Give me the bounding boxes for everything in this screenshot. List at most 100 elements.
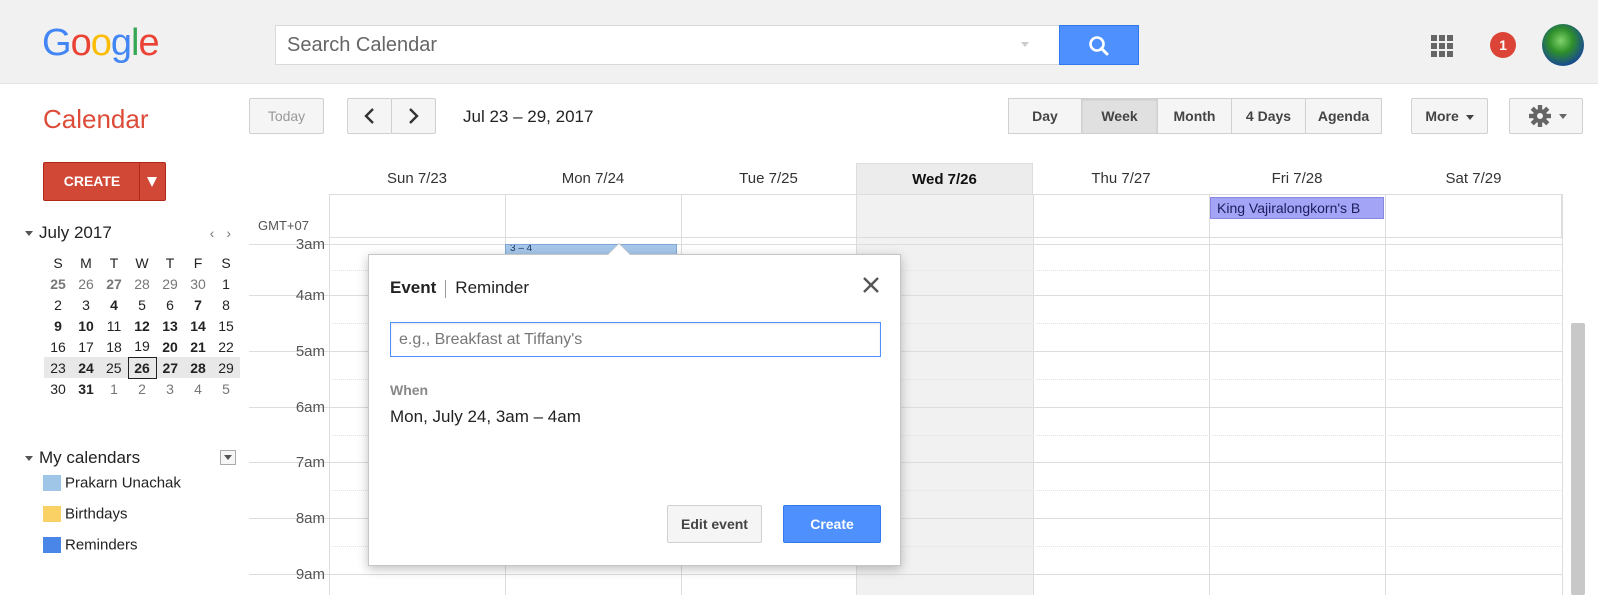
my-calendars-title[interactable]: My calendars bbox=[39, 448, 140, 467]
mini-calendar-day[interactable]: 5 bbox=[128, 294, 156, 315]
mini-calendar-day[interactable]: 15 bbox=[212, 315, 240, 336]
mini-calendar-day[interactable]: 22 bbox=[212, 336, 240, 357]
mini-calendar-day[interactable]: 25 bbox=[100, 357, 128, 378]
tab-event[interactable]: Event bbox=[390, 278, 436, 297]
calendar-item[interactable]: Reminders bbox=[43, 536, 138, 556]
mini-calendar-day[interactable]: 6 bbox=[156, 294, 184, 315]
mini-calendar-day[interactable]: 7 bbox=[184, 294, 212, 315]
day-header[interactable]: Sun 7/23 bbox=[329, 163, 505, 194]
more-button[interactable]: More bbox=[1411, 98, 1488, 134]
collapse-triangle-icon[interactable] bbox=[25, 455, 33, 461]
logo-letter: o bbox=[90, 22, 112, 64]
day-header[interactable]: Thu 7/27 bbox=[1033, 163, 1209, 194]
mini-calendar-day[interactable]: 27 bbox=[100, 273, 128, 294]
mini-calendar-day[interactable]: 17 bbox=[72, 336, 100, 357]
mini-calendar-day[interactable]: 23 bbox=[44, 357, 72, 378]
calendar-color-swatch[interactable] bbox=[43, 537, 61, 554]
mini-calendar-day[interactable]: 11 bbox=[100, 315, 128, 336]
day-header[interactable]: Fri 7/28 bbox=[1209, 163, 1385, 194]
mini-calendar-day[interactable]: 4 bbox=[100, 294, 128, 315]
chevron-left-icon bbox=[364, 108, 374, 124]
create-dropdown-icon[interactable] bbox=[147, 177, 157, 187]
notification-badge[interactable]: 1 bbox=[1490, 32, 1516, 58]
search-box[interactable] bbox=[275, 25, 1060, 65]
all-day-event[interactable]: King Vajiralongkorn's B bbox=[1210, 197, 1384, 219]
apps-grid-icon[interactable] bbox=[1431, 35, 1453, 57]
mini-calendar-day[interactable]: 25 bbox=[44, 273, 72, 294]
mini-calendar-day[interactable]: 5 bbox=[212, 378, 240, 399]
calendar-item[interactable]: Prakarn Unachak bbox=[43, 474, 181, 494]
calendar-color-swatch[interactable] bbox=[43, 506, 61, 523]
calendar-color-swatch[interactable] bbox=[43, 475, 61, 492]
mini-calendar-day[interactable]: 3 bbox=[156, 378, 184, 399]
mini-calendar-day[interactable]: 30 bbox=[184, 273, 212, 294]
mini-calendar-day[interactable]: 1 bbox=[100, 378, 128, 399]
next-week-button[interactable] bbox=[391, 98, 436, 134]
mini-calendar-day[interactable]: 16 bbox=[44, 336, 72, 357]
mini-calendar-day[interactable]: 30 bbox=[44, 378, 72, 399]
view-switcher: Day Week Month 4 Days Agenda bbox=[1008, 98, 1382, 134]
mini-calendar-day[interactable]: 20 bbox=[156, 336, 184, 357]
day-header[interactable]: Wed 7/26 bbox=[856, 163, 1033, 194]
mini-calendar-day[interactable]: 9 bbox=[44, 315, 72, 336]
mini-calendar-title[interactable]: July 2017 bbox=[39, 223, 112, 242]
mini-calendar-day[interactable]: 10 bbox=[72, 315, 100, 336]
more-caret-icon bbox=[1465, 114, 1474, 120]
day-header[interactable]: Tue 7/25 bbox=[681, 163, 856, 194]
mini-calendar-day[interactable]: 28 bbox=[128, 273, 156, 294]
mini-calendar-day[interactable]: 26 bbox=[72, 273, 100, 294]
logo-letter: e bbox=[138, 22, 159, 64]
view-month-button[interactable]: Month bbox=[1158, 98, 1232, 134]
settings-button[interactable] bbox=[1509, 98, 1583, 134]
tab-reminder[interactable]: Reminder bbox=[455, 278, 529, 297]
mini-calendar-day[interactable]: 1 bbox=[212, 273, 240, 294]
view-agenda-button[interactable]: Agenda bbox=[1306, 98, 1382, 134]
today-button[interactable]: Today bbox=[249, 98, 324, 134]
mini-calendar-day[interactable]: 28 bbox=[184, 357, 212, 378]
mini-calendar-day[interactable]: 8 bbox=[212, 294, 240, 315]
mini-next-icon[interactable]: › bbox=[226, 225, 243, 241]
collapse-triangle-icon[interactable] bbox=[25, 230, 33, 236]
grid-scrollbar[interactable] bbox=[1571, 323, 1585, 595]
search-button[interactable] bbox=[1059, 25, 1139, 65]
view-week-button[interactable]: Week bbox=[1082, 98, 1158, 134]
weekday-header: S bbox=[221, 254, 231, 271]
mini-calendar-day[interactable]: 2 bbox=[128, 378, 156, 399]
mini-calendar-day[interactable]: 26 bbox=[127, 356, 157, 379]
close-button[interactable] bbox=[859, 273, 883, 297]
mini-calendar-day[interactable]: 27 bbox=[156, 357, 184, 378]
day-header[interactable]: Mon 7/24 bbox=[505, 163, 681, 194]
search-options-icon[interactable] bbox=[1021, 42, 1029, 47]
mini-calendar-day[interactable]: 29 bbox=[156, 273, 184, 294]
view-4-days-button[interactable]: 4 Days bbox=[1232, 98, 1306, 134]
view-day-button[interactable]: Day bbox=[1008, 98, 1082, 134]
mini-calendar-day[interactable]: 21 bbox=[184, 336, 212, 357]
column-divider bbox=[1033, 194, 1034, 595]
hour-line bbox=[249, 244, 1562, 245]
mini-calendar-day[interactable]: 13 bbox=[156, 315, 184, 336]
logo-letter: o bbox=[70, 22, 92, 64]
hour-label: 5am bbox=[295, 343, 325, 360]
day-header[interactable]: Sat 7/29 bbox=[1385, 163, 1562, 194]
avatar[interactable] bbox=[1542, 24, 1584, 66]
mini-calendar-day[interactable]: 19 bbox=[128, 336, 156, 357]
calendar-item[interactable]: Birthdays bbox=[43, 505, 128, 525]
mini-calendar-day[interactable]: 12 bbox=[128, 315, 156, 336]
mini-calendar-day[interactable]: 2 bbox=[44, 294, 72, 315]
mini-calendar-day[interactable]: 31 bbox=[72, 378, 100, 399]
mini-calendar-day[interactable]: 14 bbox=[184, 315, 212, 336]
search-input[interactable] bbox=[276, 26, 1016, 64]
edit-event-button[interactable]: Edit event bbox=[667, 505, 762, 543]
event-title-input[interactable] bbox=[390, 322, 881, 357]
create-button[interactable]: CREATE bbox=[43, 162, 166, 201]
create-event-button[interactable]: Create bbox=[783, 505, 881, 543]
my-calendars-menu-icon[interactable] bbox=[220, 450, 236, 465]
mini-calendar-day[interactable]: 4 bbox=[184, 378, 212, 399]
prev-week-button[interactable] bbox=[347, 98, 392, 134]
mini-prev-icon[interactable]: ‹ bbox=[210, 225, 227, 241]
mini-calendar-day[interactable]: 3 bbox=[72, 294, 100, 315]
mini-calendar-day[interactable]: 24 bbox=[72, 357, 100, 378]
mini-calendar-day[interactable]: 29 bbox=[212, 357, 240, 378]
mini-calendar-day[interactable]: 18 bbox=[100, 336, 128, 357]
google-logo[interactable]: Google bbox=[42, 22, 160, 65]
